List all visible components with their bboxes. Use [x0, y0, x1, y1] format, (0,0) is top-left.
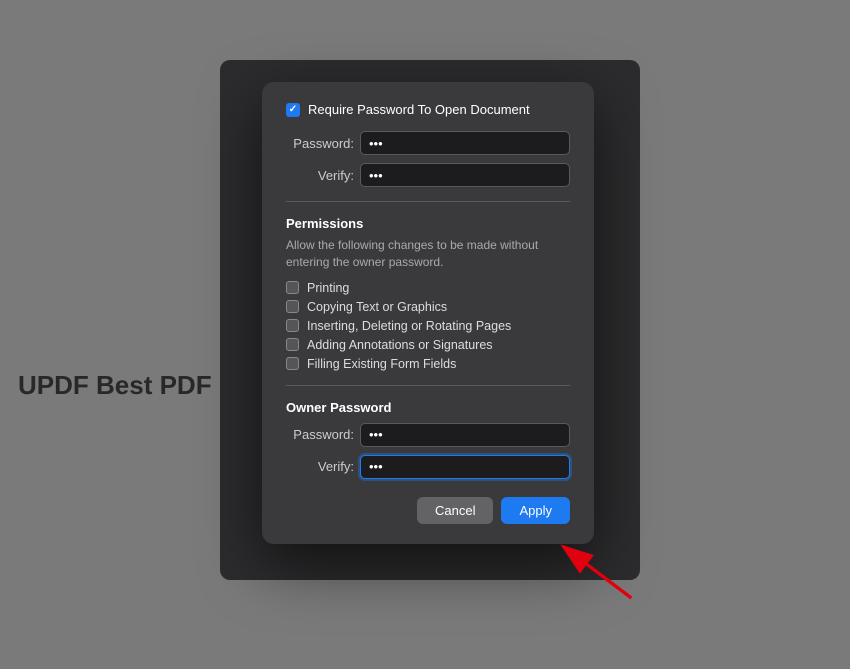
app-background-label: UPDF Best PDF Ed	[18, 370, 252, 401]
owner-verify-input[interactable]	[360, 455, 570, 479]
perm-inserting-checkbox[interactable]	[286, 319, 299, 332]
perm-printing-checkbox[interactable]	[286, 281, 299, 294]
owner-verify-row: Verify:	[286, 455, 570, 479]
divider-2	[286, 385, 570, 386]
perm-row-printing[interactable]: Printing	[286, 281, 570, 295]
perm-copying-checkbox[interactable]	[286, 300, 299, 313]
open-verify-label: Verify:	[286, 168, 354, 183]
owner-verify-label: Verify:	[286, 459, 354, 474]
cancel-button[interactable]: Cancel	[417, 497, 493, 524]
perm-annotations-checkbox[interactable]	[286, 338, 299, 351]
owner-password-input[interactable]	[360, 423, 570, 447]
dialog-button-row: Cancel Apply	[286, 497, 570, 524]
perm-form-checkbox[interactable]	[286, 357, 299, 370]
owner-password-label: Password:	[286, 427, 354, 442]
permissions-description: Allow the following changes to be made w…	[286, 237, 570, 271]
perm-row-inserting[interactable]: Inserting, Deleting or Rotating Pages	[286, 319, 570, 333]
apply-button[interactable]: Apply	[501, 497, 570, 524]
open-verify-row: Verify:	[286, 163, 570, 187]
security-dialog: Require Password To Open Document Passwo…	[262, 82, 594, 544]
open-password-input[interactable]	[360, 131, 570, 155]
permissions-title: Permissions	[286, 216, 570, 231]
perm-inserting-label: Inserting, Deleting or Rotating Pages	[307, 319, 511, 333]
perm-printing-label: Printing	[307, 281, 349, 295]
perm-row-annotations[interactable]: Adding Annotations or Signatures	[286, 338, 570, 352]
open-password-row: Password:	[286, 131, 570, 155]
perm-copying-label: Copying Text or Graphics	[307, 300, 447, 314]
perm-annotations-label: Adding Annotations or Signatures	[307, 338, 493, 352]
divider-1	[286, 201, 570, 202]
owner-password-title: Owner Password	[286, 400, 570, 415]
perm-row-form[interactable]: Filling Existing Form Fields	[286, 357, 570, 371]
owner-password-row: Password:	[286, 423, 570, 447]
require-password-checkbox[interactable]	[286, 103, 300, 117]
require-password-row[interactable]: Require Password To Open Document	[286, 102, 570, 117]
perm-form-label: Filling Existing Form Fields	[307, 357, 456, 371]
require-password-label: Require Password To Open Document	[308, 102, 530, 117]
perm-row-copying[interactable]: Copying Text or Graphics	[286, 300, 570, 314]
open-password-label: Password:	[286, 136, 354, 151]
open-verify-input[interactable]	[360, 163, 570, 187]
